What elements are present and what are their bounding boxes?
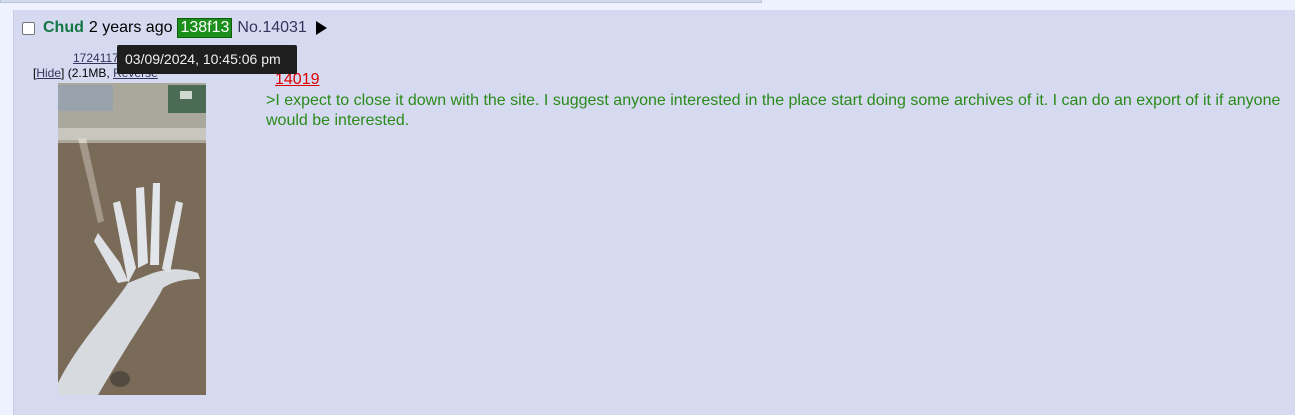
post-message: >I expect to close it down with the site… xyxy=(266,91,1286,131)
post-header: Chud 2 years ago 138f13 No.14031 xyxy=(20,17,327,39)
post-number-link[interactable]: No.14031 xyxy=(237,19,306,37)
hide-image-link[interactable]: Hide xyxy=(36,66,61,80)
post-select-checkbox[interactable] xyxy=(22,21,35,35)
triangle-right-icon[interactable] xyxy=(315,21,327,35)
post-image-thumbnail[interactable] xyxy=(58,83,206,395)
post-age[interactable]: 2 years ago xyxy=(89,19,173,37)
poster-id-badge[interactable]: 138f13 xyxy=(177,18,233,38)
timestamp-tooltip: 03/09/2024, 10:45:06 pm xyxy=(117,45,297,74)
previous-element-bottom xyxy=(0,0,762,3)
file-meta: (2.1MB, xyxy=(67,66,110,80)
greentext-quote: >I expect to close it down with the site… xyxy=(266,92,1281,129)
hand-photo xyxy=(58,83,206,395)
poster-name: Chud xyxy=(43,19,84,36)
file-name-link[interactable]: 1724117 xyxy=(73,51,119,65)
